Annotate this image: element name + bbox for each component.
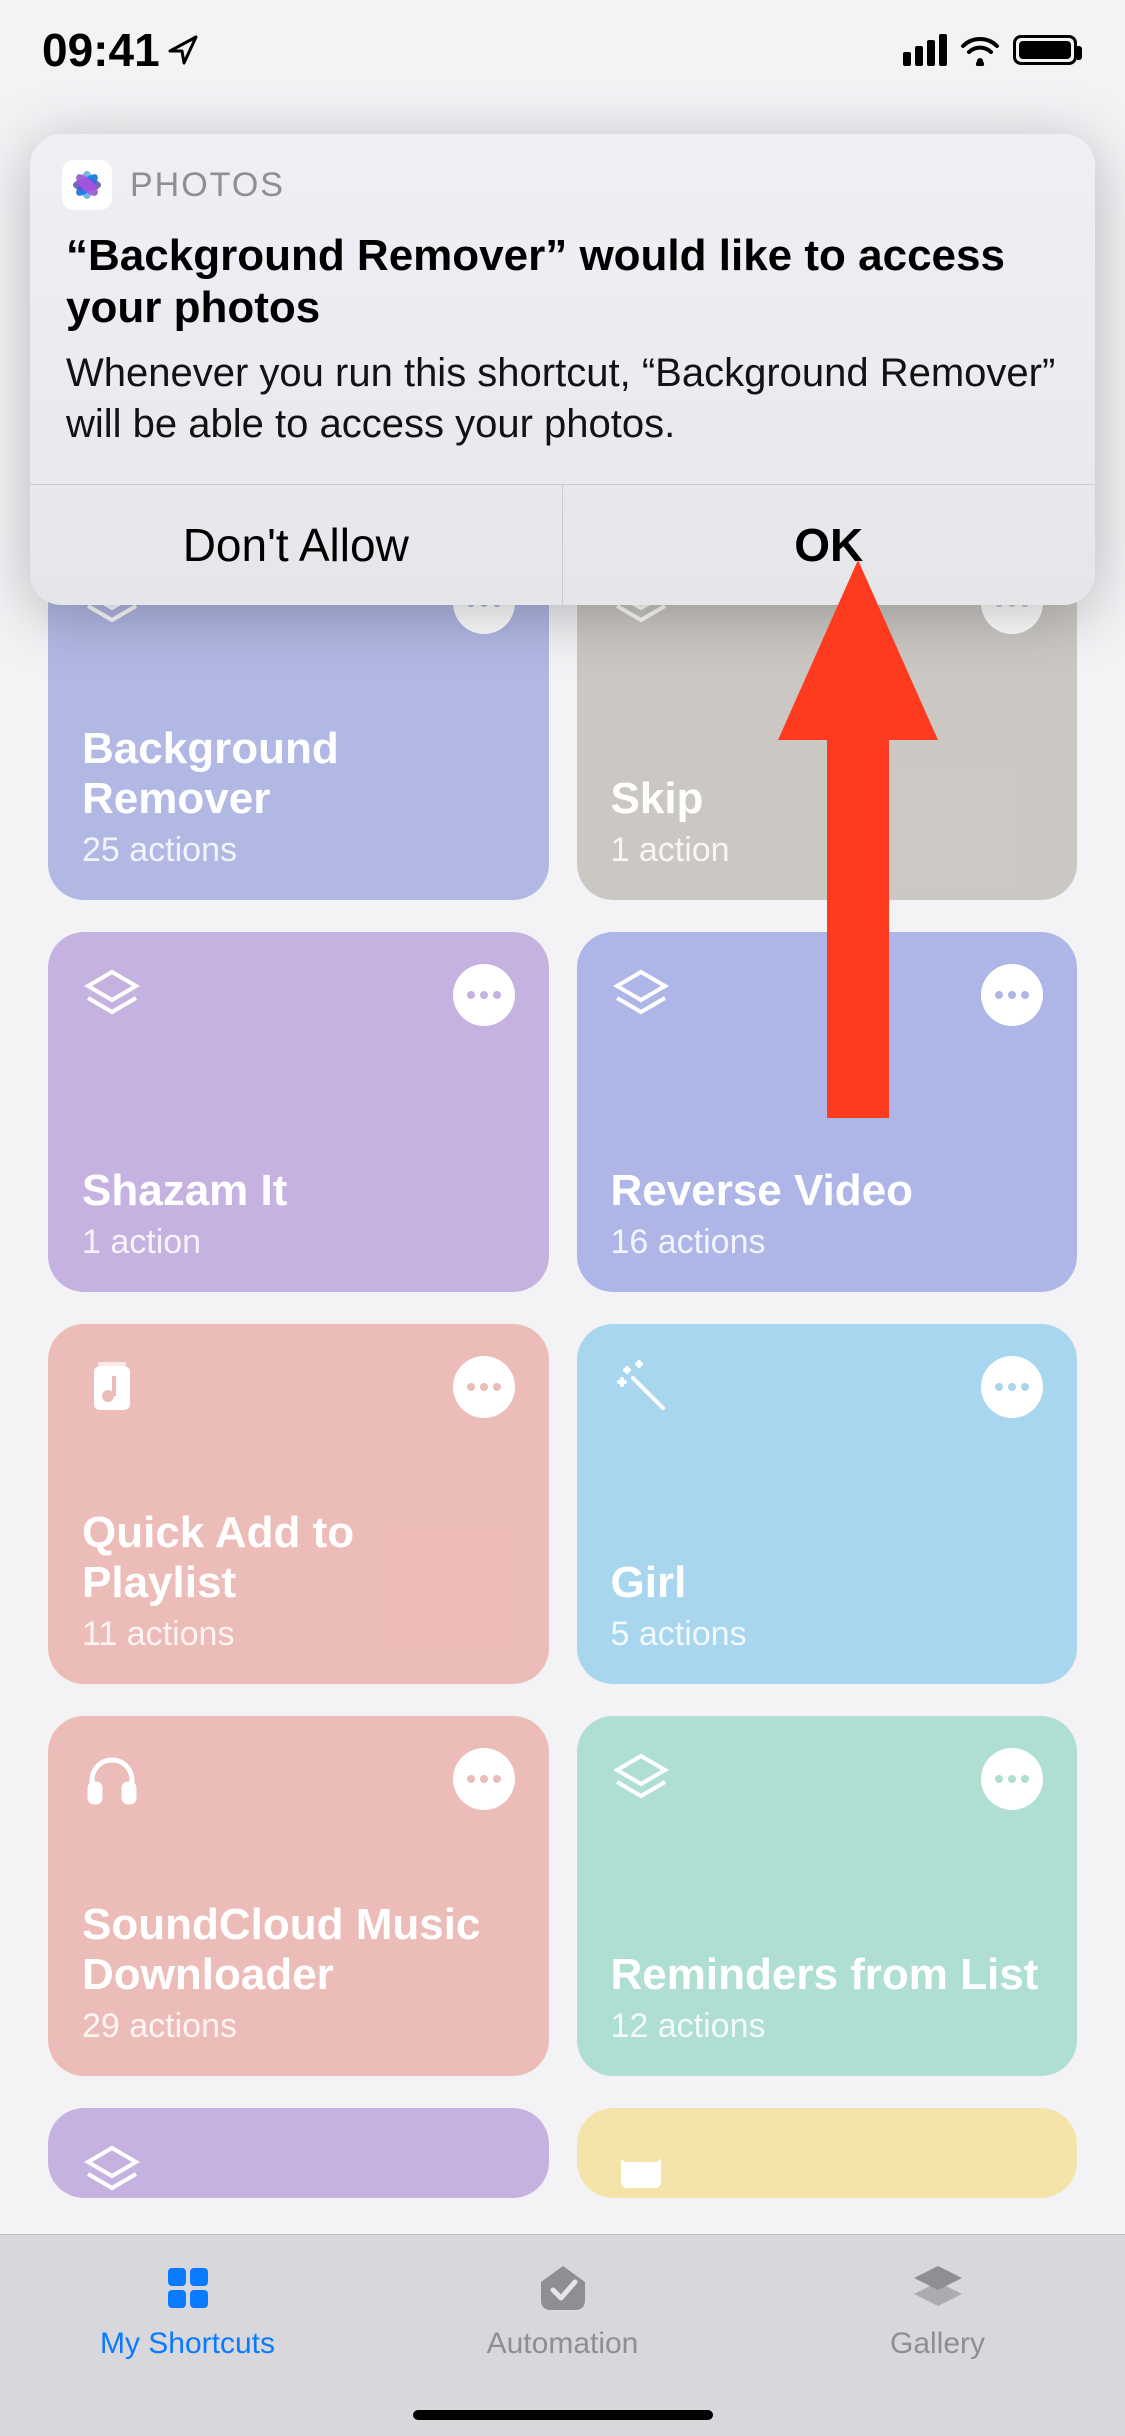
tab-label: Gallery bbox=[890, 2327, 985, 2361]
dont-allow-button[interactable]: Don't Allow bbox=[30, 485, 563, 605]
battery-icon bbox=[1013, 35, 1077, 65]
grid-icon bbox=[160, 2259, 216, 2317]
automation-icon bbox=[535, 2259, 591, 2317]
tab-automation[interactable]: Automation bbox=[375, 2235, 750, 2436]
home-indicator[interactable] bbox=[413, 2410, 713, 2420]
tab-bar: My Shortcuts Automation Gallery bbox=[0, 2234, 1125, 2436]
ok-button[interactable]: OK bbox=[563, 485, 1096, 605]
status-time: 09:41 bbox=[42, 23, 160, 77]
alert-app-label: PHOTOS bbox=[130, 166, 285, 205]
tab-label: Automation bbox=[487, 2327, 639, 2361]
photos-app-icon bbox=[62, 160, 112, 210]
status-bar: 09:41 bbox=[0, 0, 1125, 100]
tab-label: My Shortcuts bbox=[100, 2327, 275, 2361]
alert-message: Whenever you run this shortcut, “Backgro… bbox=[66, 348, 1059, 450]
wifi-icon bbox=[959, 34, 1001, 66]
gallery-icon bbox=[910, 2259, 966, 2317]
cellular-signal-icon bbox=[903, 34, 947, 66]
tab-my-shortcuts[interactable]: My Shortcuts bbox=[0, 2235, 375, 2436]
alert-title: “Background Remover” would like to acces… bbox=[66, 230, 1059, 334]
tab-gallery[interactable]: Gallery bbox=[750, 2235, 1125, 2436]
location-icon bbox=[166, 33, 200, 67]
permission-alert: PHOTOS “Background Remover” would like t… bbox=[30, 134, 1095, 605]
